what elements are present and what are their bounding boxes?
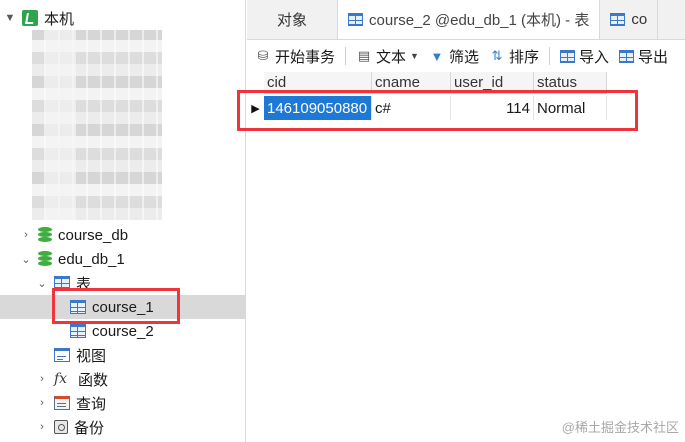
filter-icon: ▼ <box>430 48 444 64</box>
grid-header-row: cid cname user_id status <box>264 72 607 94</box>
tree-item-label: course_db <box>58 226 129 244</box>
tree-item-label: course_2 <box>92 322 154 340</box>
text-label: 文本 <box>376 48 407 66</box>
sort-label: 排序 <box>508 48 539 66</box>
query-icon <box>54 396 70 410</box>
chevron-down-icon[interactable]: ▼ <box>4 12 16 24</box>
database-icon <box>38 251 52 267</box>
tab-label: course_2 @edu_db_1 (本机) - 表 <box>369 12 590 29</box>
chevron-right-icon[interactable]: › <box>36 373 48 385</box>
tree-item-course-db[interactable]: › course_db <box>0 223 245 247</box>
table-row[interactable]: ▶ 146109050880 c# 114 Normal <box>247 96 607 120</box>
tree-item-root[interactable]: ▼ 本机 <box>0 6 245 30</box>
import-icon <box>559 49 575 63</box>
begin-transaction-label: 开始事务 <box>275 48 336 66</box>
connection-icon <box>22 10 38 26</box>
toolbar-divider <box>548 47 550 65</box>
table-icon <box>70 324 86 338</box>
tree-item-course-2[interactable]: course_2 <box>0 319 245 343</box>
blurred-connection-list <box>32 30 162 220</box>
tab-bar: 对象 course_2 @edu_db_1 (本机) - 表 co <box>247 0 685 40</box>
dropdown-arrow-icon[interactable]: ▼ <box>410 51 419 61</box>
tab-course-other[interactable]: co <box>600 0 659 39</box>
tree-item-label: 函数 <box>78 371 109 389</box>
import-label: 导入 <box>578 48 609 66</box>
watermark: @稀土掘金技术社区 <box>561 420 679 435</box>
tree-item-queries[interactable]: › 查询 <box>0 391 245 415</box>
column-header-status[interactable]: status <box>534 72 607 94</box>
filter-label: 筛选 <box>448 48 479 66</box>
column-header-user-id[interactable]: user_id <box>451 72 534 94</box>
table-icon <box>348 13 364 26</box>
cell-status[interactable]: Normal <box>534 96 607 120</box>
tree-item-backups[interactable]: › 备份 <box>0 415 245 439</box>
export-label: 导出 <box>638 48 669 66</box>
function-icon: fx <box>54 371 68 387</box>
database-transaction-icon: ⛁ <box>257 48 269 63</box>
sort-button[interactable]: ⇅ 排序 <box>489 46 539 67</box>
chevron-down-icon[interactable]: ⌄ <box>36 277 48 290</box>
cell-user-id[interactable]: 114 <box>451 96 534 120</box>
tree-item-label: course_1 <box>92 298 154 316</box>
tree-item-tables-folder[interactable]: ⌄ 表 <box>0 271 245 295</box>
tree-item-label: 备份 <box>74 419 105 437</box>
navigation-tree: ▼ 本机 › course_db ⌄ edu_db_1 ⌄ 表 course_1… <box>0 0 246 442</box>
table-folder-icon <box>54 276 70 290</box>
table-icon <box>70 300 86 314</box>
tab-label: co <box>631 11 648 28</box>
document-icon: ▤ <box>357 48 371 63</box>
tree-item-label: 查询 <box>76 395 107 413</box>
toolbar-divider <box>345 47 347 65</box>
table-icon <box>610 13 626 26</box>
export-button[interactable]: 导出 <box>619 46 668 67</box>
chevron-right-icon[interactable]: › <box>36 397 48 409</box>
view-icon <box>54 348 70 362</box>
database-icon <box>38 227 52 243</box>
tab-course-2[interactable]: course_2 @edu_db_1 (本机) - 表 <box>338 0 601 39</box>
tree-item-label: edu_db_1 <box>58 250 125 268</box>
tab-label: 对象 <box>277 12 308 29</box>
tree-item-functions[interactable]: › fx 函数 <box>0 367 245 391</box>
column-header-cid[interactable]: cid <box>264 72 372 94</box>
chevron-down-icon[interactable]: ⌄ <box>20 253 32 266</box>
tree-item-course-1[interactable]: course_1 <box>0 295 245 319</box>
backup-icon <box>54 420 68 434</box>
import-button[interactable]: 导入 <box>559 46 609 67</box>
current-row-marker-icon: ▶ <box>251 102 260 115</box>
toolbar: ⛁ 开始事务 ▤ 文本 ▼ ▼ 筛选 ⇅ 排序 导入 导出 <box>247 40 685 72</box>
tree-item-label: 表 <box>76 275 92 293</box>
cell-cname[interactable]: c# <box>372 96 451 120</box>
begin-transaction-button[interactable]: ⛁ 开始事务 <box>255 46 335 67</box>
tab-objects[interactable]: 对象 <box>247 0 339 39</box>
column-header-cname[interactable]: cname <box>372 72 451 94</box>
tree-item-label: 视图 <box>76 347 107 365</box>
sort-icon: ⇅ <box>491 48 503 63</box>
cell-cid[interactable]: 146109050880 <box>264 96 372 120</box>
chevron-right-icon[interactable]: › <box>36 421 48 433</box>
tree-item-label: 本机 <box>44 10 75 28</box>
export-icon <box>619 49 634 63</box>
filter-button[interactable]: ▼ 筛选 <box>429 46 479 67</box>
chevron-right-icon[interactable]: › <box>20 229 32 241</box>
text-button[interactable]: ▤ 文本 ▼ <box>356 46 419 67</box>
tree-item-views[interactable]: 视图 <box>0 343 245 367</box>
tree-item-edu-db-1[interactable]: ⌄ edu_db_1 <box>0 247 245 271</box>
